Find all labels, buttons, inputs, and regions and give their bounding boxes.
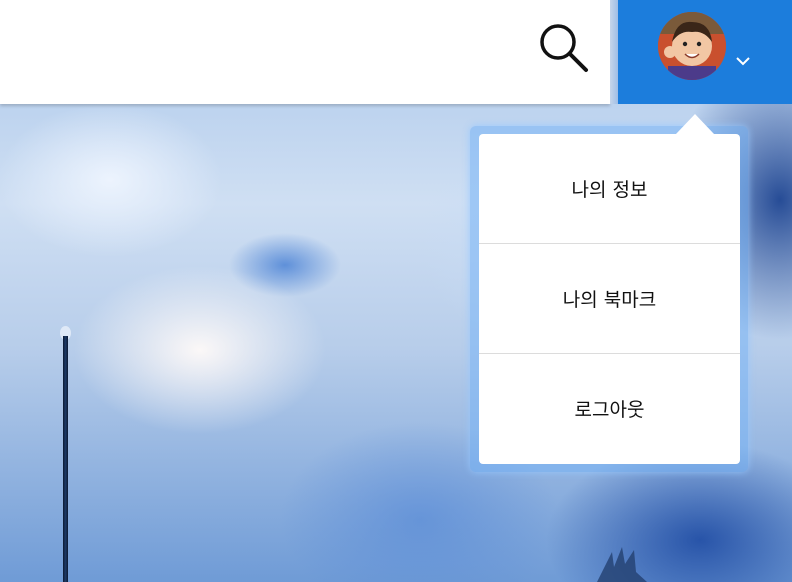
menu-item-my-info[interactable]: 나의 정보 <box>479 134 740 244</box>
account-menu-button[interactable] <box>618 0 792 104</box>
top-header-bar <box>0 0 610 104</box>
chevron-down-icon <box>736 57 750 66</box>
account-menu-pointer <box>676 114 714 134</box>
account-dropdown-menu: 나의 정보 나의 북마크 로그아웃 <box>479 134 740 464</box>
tree-silhouette <box>597 547 647 582</box>
street-pole <box>63 336 68 582</box>
menu-item-my-bookmarks[interactable]: 나의 북마크 <box>479 244 740 354</box>
header-divider <box>610 0 618 104</box>
search-icon <box>540 24 588 72</box>
avatar <box>658 12 726 80</box>
search-button[interactable] <box>536 20 592 76</box>
menu-item-logout[interactable]: 로그아웃 <box>479 354 740 463</box>
